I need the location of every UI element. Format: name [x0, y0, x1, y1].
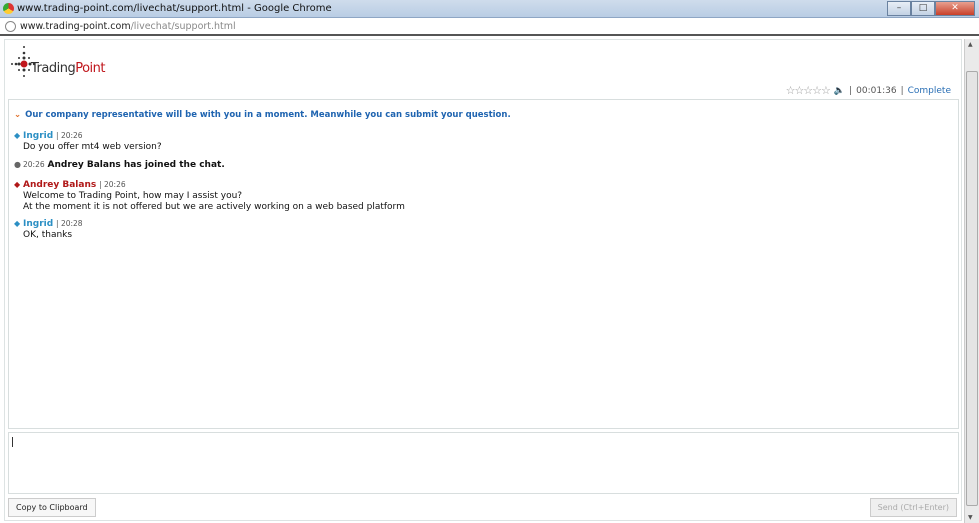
message-time: 20:26: [23, 160, 45, 169]
bullet-icon: ◆: [14, 219, 21, 228]
text-caret: [12, 437, 13, 447]
message-text: At the moment it is not offered but we a…: [23, 202, 405, 212]
title-bar: www.trading-point.com/livechat/support.h…: [0, 0, 979, 18]
page-icon: [5, 21, 16, 32]
message-input[interactable]: [8, 432, 959, 494]
chrome-icon: [3, 3, 14, 14]
scroll-thumb[interactable]: [966, 71, 978, 506]
sender-name: Ingrid: [23, 219, 54, 229]
minimize-button[interactable]: –: [887, 1, 911, 16]
rating-stars[interactable]: ☆☆☆☆☆: [786, 84, 831, 97]
copy-to-clipboard-button[interactable]: Copy to Clipboard: [8, 498, 96, 517]
chevron-down-icon: ⌄: [14, 110, 22, 120]
speaker-icon[interactable]: 🔈: [834, 86, 845, 96]
window-title: www.trading-point.com/livechat/support.h…: [17, 3, 332, 14]
bullet-icon: ◆: [14, 180, 21, 189]
system-message: ● 20:26 Andrey Balans has joined the chat…: [14, 159, 225, 171]
bullet-icon: ●: [14, 160, 21, 169]
bullet-icon: ◆: [14, 131, 21, 140]
message-text: Welcome to Trading Point, how may I assi…: [23, 191, 243, 201]
send-button[interactable]: Send (Ctrl+Enter): [869, 498, 957, 517]
complete-link[interactable]: Complete: [908, 86, 951, 96]
message-time: 20:28: [60, 219, 83, 228]
tradingpoint-logo: TradingPoint: [10, 45, 105, 80]
chat-status: ☆☆☆☆☆ 🔈 | 00:01:36 | Complete: [785, 84, 951, 97]
message-time: 20:26: [60, 131, 83, 140]
logo-text-point: Point: [75, 61, 105, 76]
scroll-down-icon[interactable]: ▼: [968, 514, 973, 521]
sender-name: Ingrid: [23, 131, 54, 141]
message-time: 20:26: [104, 180, 126, 189]
url-host: www.trading-point.com: [20, 21, 131, 32]
scrollbar[interactable]: ▲ ▼: [964, 39, 979, 523]
maximize-button[interactable]: □: [911, 1, 935, 16]
url-path: /livechat/support.html: [130, 21, 236, 32]
notice-text: Our company representative will be with …: [25, 110, 511, 120]
message-text: OK, thanks: [23, 230, 73, 240]
logo-text-trading: Trading: [31, 61, 76, 76]
chat-message: ◆ Andrey Balans | 20:26 Welcome to Tradin…: [14, 180, 405, 212]
address-bar[interactable]: www.trading-point.com/livechat/support.h…: [0, 18, 979, 36]
close-button[interactable]: ✕: [935, 1, 975, 16]
chat-timer: 00:01:36: [856, 85, 897, 96]
scroll-up-icon[interactable]: ▲: [968, 41, 973, 48]
chat-message: ◆ Ingrid | 20:26 Do you offer mt4 web ver…: [14, 131, 162, 152]
chat-message: ◆ Ingrid | 20:28 OK, thanks: [14, 219, 83, 240]
message-text: Do you offer mt4 web version?: [23, 142, 162, 152]
system-text: Andrey Balans has joined the chat.: [47, 160, 225, 170]
waiting-notice: ⌄ Our company representative will be with…: [14, 110, 511, 120]
sender-name: Andrey Balans: [23, 180, 97, 190]
